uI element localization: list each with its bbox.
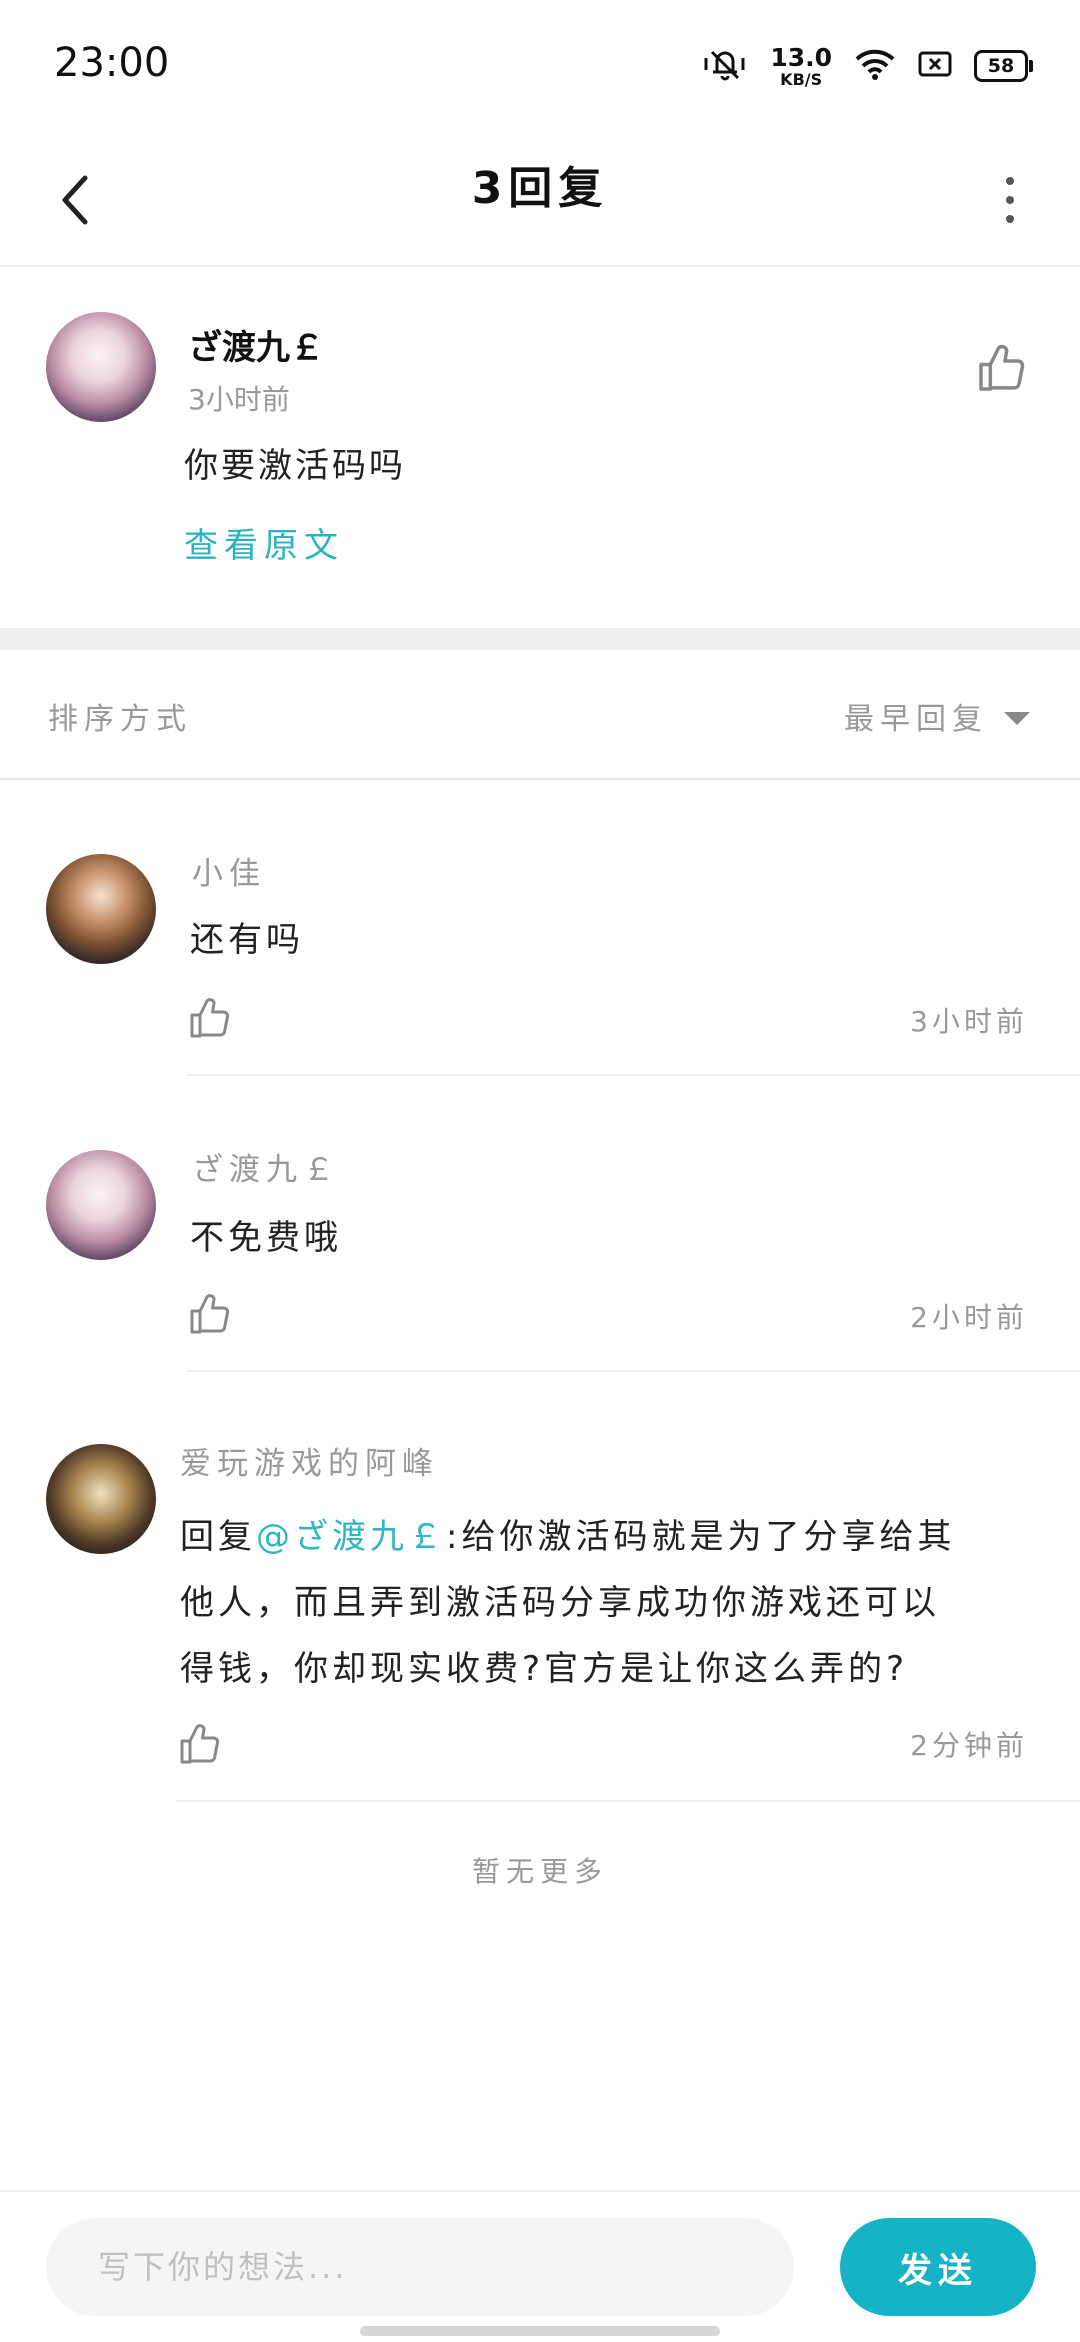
like-button[interactable] [176, 1720, 224, 1768]
reply-text: 回复@ざ渡九￡:给你激活码就是为了分享给其 他人，而且弄到激活码分享成功你游戏还… [180, 1504, 1040, 1702]
divider [176, 1800, 1080, 1802]
battery-icon: 58 [974, 50, 1033, 82]
thumbs-up-icon [190, 998, 230, 1038]
reply-text: 还有吗 [190, 920, 304, 960]
like-button[interactable] [974, 340, 1030, 396]
reply-text-line: 得钱，你却现实收费?官方是让你这么弄的? [180, 1649, 909, 1689]
avatar[interactable] [46, 312, 156, 422]
like-button[interactable] [186, 1290, 234, 1338]
nav-bar: 3回复 [0, 130, 1080, 267]
comment-input[interactable] [46, 2218, 794, 2316]
network-speed-unit: KB/S [780, 69, 823, 89]
comment-time: 3小时前 [188, 383, 290, 416]
network-speed-value: 13.0 [770, 42, 832, 72]
reply-item: ざ渡九￡ 不免费哦 2小时前 [0, 1076, 1080, 1372]
comment-author[interactable]: ざ渡九￡ [188, 320, 324, 369]
comment-text: 你要激活码吗 [184, 446, 406, 486]
reply-time: 3小时前 [910, 1005, 1028, 1038]
reply-time: 2小时前 [910, 1301, 1028, 1334]
mute-bell-icon [702, 44, 748, 88]
avatar[interactable] [46, 854, 156, 964]
reply-item: 爱玩游戏的阿峰 回复@ざ渡九￡:给你激活码就是为了分享给其 他人，而且弄到激活码… [0, 1372, 1080, 1802]
thumbs-up-icon [190, 1294, 230, 1334]
reply-text-part: :给你激活码就是为了分享给其 [446, 1517, 956, 1557]
more-vertical-icon [1006, 177, 1014, 185]
sort-label: 排序方式 [48, 702, 192, 737]
battery-level: 58 [987, 55, 1015, 77]
main-comment: ざ渡九￡ 3小时前 你要激活码吗 查看原文 [0, 266, 1080, 628]
reply-prefix: 回复 [180, 1517, 256, 1557]
comment-bar: 发送 [0, 2190, 1080, 2342]
sort-bar: 排序方式 最早回复 [0, 650, 1080, 780]
reply-mention[interactable]: @ざ渡九￡ [256, 1517, 446, 1557]
sim-card-icon [918, 50, 952, 82]
sort-dropdown[interactable]: 最早回复 [844, 694, 1030, 738]
view-original-link[interactable]: 查看原文 [184, 518, 344, 567]
page-title: 3回复 [471, 163, 609, 214]
thumbs-up-icon [979, 344, 1025, 391]
section-divider [0, 628, 1080, 650]
thumbs-up-icon [180, 1724, 220, 1764]
sort-value: 最早回复 [844, 702, 988, 737]
no-more-label: 暂无更多 [471, 1855, 608, 1888]
avatar[interactable] [46, 1150, 156, 1260]
send-button[interactable]: 发送 [840, 2218, 1036, 2316]
avatar[interactable] [46, 1444, 156, 1554]
reply-text-line: 他人，而且弄到激活码分享成功你游戏还可以 [180, 1583, 940, 1623]
more-button[interactable] [980, 155, 1040, 245]
caret-down-icon [1004, 711, 1030, 725]
home-indicator[interactable] [360, 2326, 720, 2336]
reply-item: 小佳 还有吗 3小时前 [0, 780, 1080, 1076]
reply-time: 2分钟前 [910, 1729, 1028, 1762]
status-icons: 13.0 KB/S 58 [702, 44, 1033, 88]
reply-author[interactable]: 爱玩游戏的阿峰 [180, 1438, 439, 1483]
network-speed: 13.0 KB/S [770, 45, 832, 88]
reply-text: 不免费哦 [190, 1218, 342, 1258]
reply-author[interactable]: 小佳 [192, 848, 266, 893]
status-time: 23:00 [54, 40, 170, 86]
wifi-icon [854, 47, 896, 85]
reply-text-line: 回复@ざ渡九￡:给你激活码就是为了分享给其 [180, 1504, 1040, 1570]
like-button[interactable] [186, 994, 234, 1042]
status-bar: 23:00 13.0 KB/S 58 [0, 0, 1080, 130]
reply-author[interactable]: ざ渡九￡ [192, 1144, 340, 1189]
